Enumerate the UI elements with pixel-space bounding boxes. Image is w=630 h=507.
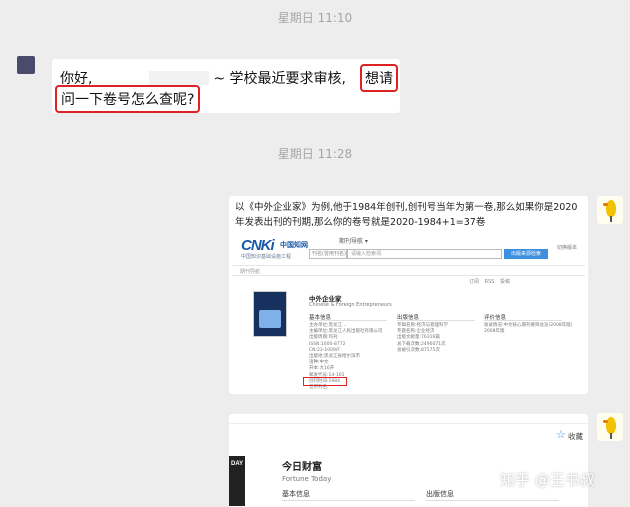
image-message-journal[interactable]: ☆ 收藏 DAY 今日财富 Fortune Today 基本信息 出版信息 bbox=[229, 414, 588, 507]
highlighted-text-1: 想请 bbox=[360, 64, 398, 92]
divider bbox=[484, 320, 562, 321]
highlighted-text-2: 问一下卷号怎么查呢? bbox=[55, 85, 201, 113]
own-avatar[interactable] bbox=[597, 196, 623, 224]
cnki-nav: 期刊导航 ▾ bbox=[339, 238, 368, 245]
cnki-select: 刊名(曾用刊名) bbox=[309, 249, 347, 259]
cnki-search-input: 请输入检索词 bbox=[347, 249, 502, 259]
cover-text: DAY bbox=[231, 461, 244, 467]
col3-rows: 收录情况:中文核心期刊要目总览(2008年版) 2008年版 bbox=[484, 323, 584, 335]
watermark: 知乎 @王书叔 bbox=[500, 471, 595, 489]
col2-rows: 专辑名称:经济与管理科学 专题名称:企业经济 出版文献量:76316篇 总下载次… bbox=[397, 323, 448, 354]
cnki-logo-sub: 中国知识基础设施工程 bbox=[241, 254, 292, 260]
info-row: 总下载次数:2496071次 bbox=[397, 341, 446, 347]
journal-title-2: 今日财富 bbox=[282, 462, 322, 473]
cnki-breadcrumb-bar: 期刊导航 bbox=[232, 265, 585, 276]
cnki-logo-cn: 中国知网 bbox=[280, 241, 308, 249]
cnki-search-button: 出版来源检索 bbox=[504, 249, 548, 259]
journal-cover bbox=[253, 291, 287, 337]
own-avatar-2[interactable] bbox=[597, 413, 623, 441]
message-text-mid: ~ 学校最近要求审核, bbox=[213, 71, 346, 87]
info-row: 2008年版 bbox=[484, 329, 505, 335]
favorite-label: 收藏 bbox=[568, 432, 583, 441]
journal-subtitle-2: Fortune Today bbox=[282, 475, 332, 483]
founding-year-highlight bbox=[303, 377, 347, 386]
sender-avatar[interactable] bbox=[17, 56, 35, 74]
image-caption: 以《中外企业家》为例,他于1984年创刊,创刊号当年为第一卷,那么如果你是202… bbox=[235, 202, 578, 228]
col-header-publish-2: 出版信息 bbox=[426, 490, 454, 498]
cnki-top-right: 切换版本 bbox=[557, 245, 578, 251]
info-row: 总被引次数:87575次 bbox=[397, 347, 440, 353]
cnki-actions: 订阅 RSS 投稿 bbox=[469, 279, 511, 285]
star-icon: ☆ bbox=[556, 428, 566, 441]
timestamp-2: 星期日 11:28 bbox=[277, 147, 353, 161]
journal-subtitle: Chinese & Foreign Entrepreneurs bbox=[309, 302, 392, 308]
divider bbox=[229, 423, 588, 424]
image-message-cnki[interactable]: 以《中外企业家》为例,他于1984年创刊,创刊号当年为第一卷,那么如果你是202… bbox=[229, 196, 588, 394]
divider bbox=[282, 500, 415, 501]
timestamp-1: 星期日 11:10 bbox=[277, 11, 353, 25]
divider bbox=[397, 320, 475, 321]
col-header-basic-2: 基本信息 bbox=[282, 490, 310, 498]
cnki-logo: CNKi bbox=[241, 237, 275, 254]
redacted-block bbox=[148, 71, 209, 85]
divider bbox=[426, 500, 559, 501]
divider bbox=[309, 320, 387, 321]
message-bubble-in[interactable]: 你好, ~ 学校最近要求审核, 想请 问一下卷号怎么查呢? bbox=[52, 59, 400, 113]
